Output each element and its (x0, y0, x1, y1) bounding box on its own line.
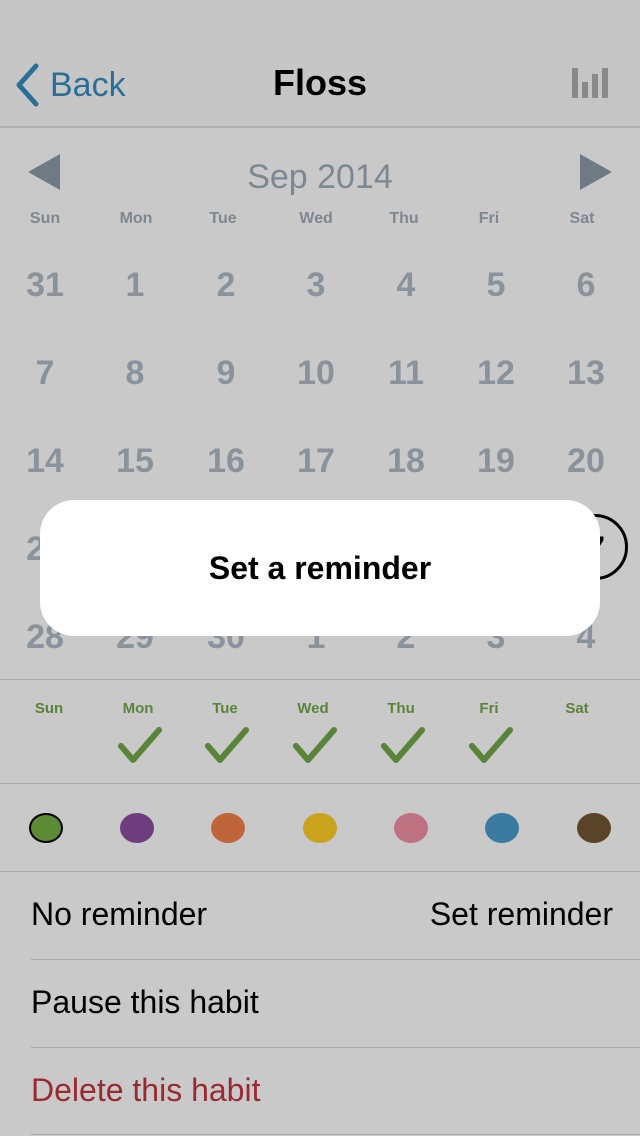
delete-habit-button[interactable]: Delete this habit (31, 1072, 260, 1109)
calendar-day[interactable]: 10 (271, 354, 361, 393)
calendar-day[interactable]: 4 (361, 266, 451, 305)
weekday-label: Sun (29, 210, 61, 227)
schedule-toggle-sun[interactable] (4, 726, 94, 770)
calendar-day[interactable]: 17 (271, 442, 361, 481)
weekday-label: Tue (209, 210, 237, 227)
stats-button[interactable] (570, 66, 610, 98)
checkmark-icon (118, 727, 162, 763)
bar-chart-icon (572, 68, 608, 98)
schedule-day-label: Mon (122, 700, 154, 717)
pause-habit-button[interactable]: Pause this habit (31, 984, 259, 1021)
divider (0, 783, 640, 784)
calendar-day[interactable]: 16 (181, 442, 271, 481)
reminder-status: No reminder (31, 896, 208, 932)
set-reminder-button[interactable]: Set reminder (430, 896, 613, 933)
schedule-toggle-thu[interactable] (356, 726, 446, 770)
calendar-day[interactable]: 14 (0, 442, 90, 481)
divider (0, 871, 640, 872)
schedule-day-label: Wed (297, 700, 329, 717)
color-swatch-blue[interactable] (485, 813, 519, 843)
divider (31, 1134, 640, 1135)
calendar-day[interactable]: 31 (0, 266, 90, 305)
month-header: Sep 2014 (0, 150, 640, 200)
schedule-day-label: Thu (387, 700, 415, 717)
color-swatch-yellow[interactable] (303, 813, 337, 843)
calendar-day[interactable]: 5 (451, 266, 541, 305)
weekday-label: Sat (569, 210, 595, 227)
schedule-toggle-tue[interactable] (180, 726, 270, 770)
calendar-day[interactable]: 12 (451, 354, 541, 393)
right-triangle-icon (580, 154, 612, 190)
reminder-popup[interactable]: Set a reminder (40, 500, 600, 636)
habit-detail-screen: Back Floss Sep 2014 Sun Mon Tue Wed Thu … (0, 0, 640, 1136)
color-swatch-orange[interactable] (211, 813, 245, 843)
checkmark-icon (469, 727, 513, 763)
calendar-day[interactable]: 6 (541, 266, 631, 305)
calendar-day[interactable]: 7 (0, 354, 90, 393)
next-month-button[interactable] (580, 154, 612, 195)
calendar-day[interactable]: 15 (90, 442, 180, 481)
color-swatch-green[interactable] (29, 813, 63, 843)
calendar-day[interactable]: 1 (90, 266, 180, 305)
schedule-day-label: Sat (565, 700, 589, 717)
weekday-label: Mon (119, 210, 153, 227)
schedule-day-label: Fri (479, 700, 499, 717)
color-swatch-purple[interactable] (120, 813, 154, 843)
calendar-day[interactable]: 3 (271, 266, 361, 305)
schedule-toggle-fri[interactable] (444, 726, 534, 770)
page-title: Floss (272, 62, 368, 103)
color-swatch-pink[interactable] (394, 813, 428, 843)
schedule-toggle-wed[interactable] (268, 726, 358, 770)
calendar-day[interactable]: 11 (361, 354, 451, 393)
divider (31, 1047, 640, 1048)
divider (0, 679, 640, 680)
popup-label: Set a reminder (208, 549, 432, 586)
schedule-toggle-mon[interactable] (93, 726, 183, 770)
weekday-label: Fri (478, 210, 500, 227)
calendar-weekday-header: Sun Mon Tue Wed Thu Fri Sat (0, 210, 640, 234)
divider (31, 959, 640, 960)
schedule-toggle-sat[interactable] (532, 726, 622, 770)
weekday-label: Wed (299, 210, 333, 227)
calendar-day[interactable]: 18 (361, 442, 451, 481)
calendar-day[interactable]: 2 (181, 266, 271, 305)
calendar-day[interactable]: 8 (90, 354, 180, 393)
calendar-day[interactable]: 9 (181, 354, 271, 393)
month-label: Sep 2014 (247, 158, 393, 196)
calendar-day[interactable]: 19 (451, 442, 541, 481)
checkmark-icon (205, 727, 249, 763)
color-swatch-brown[interactable] (577, 813, 611, 843)
schedule-day-label: Sun (34, 700, 64, 717)
checkmark-icon (381, 727, 425, 763)
calendar-day[interactable]: 20 (541, 442, 631, 481)
nav-bar: Back Floss (0, 0, 640, 128)
calendar-day[interactable]: 13 (541, 354, 631, 393)
weekday-label: Thu (389, 210, 419, 227)
checkmark-icon (293, 727, 337, 763)
schedule-day-label: Tue (212, 700, 238, 717)
